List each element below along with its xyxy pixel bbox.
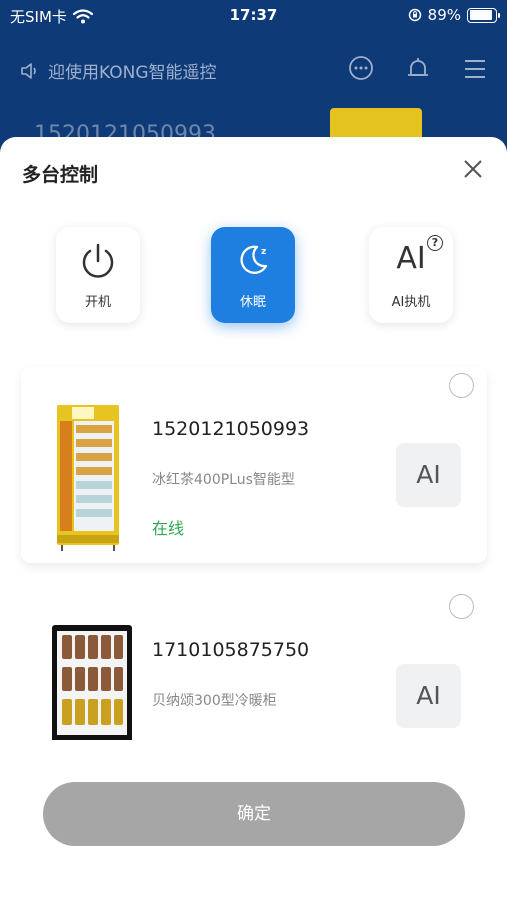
battery-fill xyxy=(469,10,492,20)
device-id: 1710105875750 xyxy=(152,639,310,661)
sleep-label: 休眠 xyxy=(239,295,266,310)
device-model: 冰红茶400PLus智能型 xyxy=(152,472,295,488)
status-right: 89% xyxy=(408,6,500,24)
device-status: 在线 xyxy=(152,736,184,740)
device-select-radio[interactable] xyxy=(449,373,474,398)
device-model: 贝纳颂300型冷暖柜 xyxy=(152,693,277,709)
welcome-marquee: 迎使用KONG智能遥控 xyxy=(20,58,217,83)
speaker-icon xyxy=(21,62,36,79)
warmer-cabinet-image xyxy=(52,625,132,740)
multi-control-sheet: 多台控制 开机 z 休眠 AI ? AI执机 1520121050993 冰红茶… xyxy=(0,137,507,900)
device-card[interactable]: 1520121050993 冰红茶400PLus智能型 在线 AI xyxy=(21,367,487,563)
menu-icon[interactable] xyxy=(460,54,490,84)
moon-icon: z xyxy=(240,245,268,274)
power-icon xyxy=(82,243,114,278)
device-ai-button[interactable]: AI xyxy=(396,443,461,507)
battery-icon xyxy=(467,7,500,23)
sheet-title: 多台控制 xyxy=(22,164,99,186)
orientation-lock-icon xyxy=(408,8,421,22)
device-status: 在线 xyxy=(152,519,185,538)
status-bar: 无SIM卡 17:37 89% xyxy=(0,0,507,30)
device-card[interactable]: 1710105875750 贝纳颂300型冷暖柜 在线 AI xyxy=(21,588,487,740)
app-header: 迎使用KONG智能遥控 1520121050993 xyxy=(0,30,507,168)
device-id: 1520121050993 xyxy=(152,418,310,440)
power-on-label: 开机 xyxy=(84,295,111,310)
battery-percent: 89% xyxy=(427,6,461,24)
help-icon[interactable]: ? xyxy=(427,235,443,251)
power-on-button[interactable]: 开机 xyxy=(56,227,140,323)
close-icon[interactable] xyxy=(461,157,485,181)
bell-icon[interactable] xyxy=(403,54,433,84)
svg-text:z: z xyxy=(261,247,266,257)
ai-mode-label: AI执机 xyxy=(391,295,431,310)
marquee-text: 迎使用KONG智能遥控 xyxy=(48,63,217,83)
message-icon[interactable] xyxy=(346,54,376,84)
device-select-radio[interactable] xyxy=(449,594,474,619)
sleep-button[interactable]: z 休眠 xyxy=(211,227,295,323)
device-ai-button[interactable]: AI xyxy=(396,664,461,728)
vending-machine-image xyxy=(57,405,119,551)
confirm-button[interactable]: 确定 xyxy=(43,782,465,846)
ai-mode-button[interactable]: AI ? AI执机 xyxy=(369,227,453,323)
